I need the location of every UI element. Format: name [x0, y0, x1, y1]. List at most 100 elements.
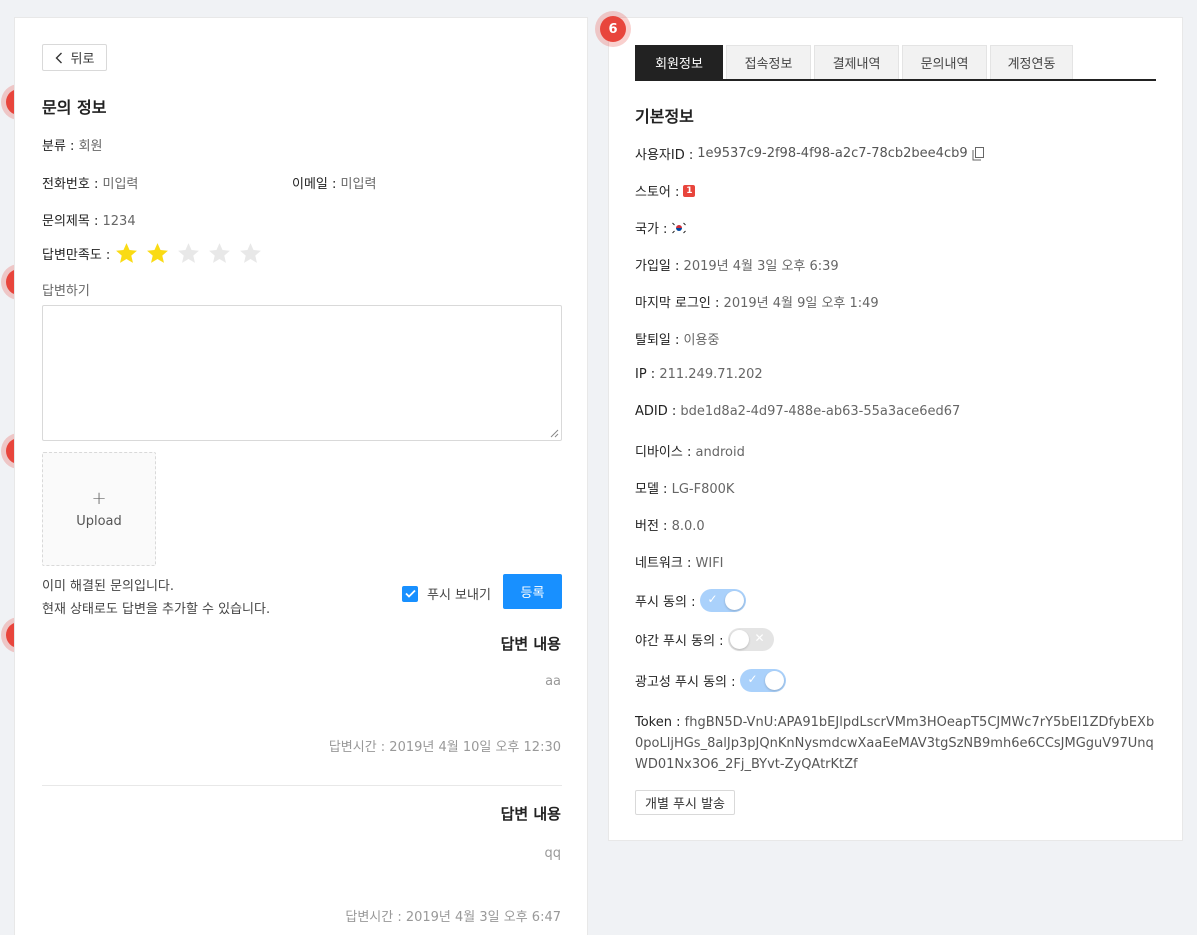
subject-value: 1234	[102, 214, 136, 229]
version-row: 버전 : 8.0.0	[635, 515, 705, 534]
withdraw-label: 탈퇴일 :	[635, 333, 680, 348]
phone-label: 전화번호 :	[42, 177, 99, 192]
email-label: 이메일 :	[292, 177, 337, 192]
tab-payment-history[interactable]: 결제내역	[814, 45, 899, 79]
category-label: 분류 :	[42, 139, 75, 154]
member-panel: 회원정보 접속정보 결제내역 문의내역 계정연동 기본정보 사용자ID : 1e…	[608, 17, 1183, 841]
back-button[interactable]: 뒤로	[42, 44, 107, 71]
star-icon[interactable]	[207, 241, 232, 266]
basic-info-title: 기본정보	[635, 107, 694, 126]
last-login-value: 2019년 4월 9일 오후 1:49	[723, 296, 879, 311]
last-login-row: 마지막 로그인 : 2019년 4월 9일 오후 1:49	[635, 292, 879, 311]
star-icon[interactable]	[145, 241, 170, 266]
chevron-left-icon	[55, 52, 62, 63]
individual-push-button[interactable]: 개별 푸시 발송	[635, 790, 735, 815]
subject-label: 문의제목 :	[42, 214, 99, 229]
ad-push-row: 광고성 푸시 동의 : ✓	[635, 669, 786, 692]
star-icon[interactable]	[114, 241, 139, 266]
token-row: Token : fhgBN5D-VnU:APA91bEJlpdLscrVMm3H…	[635, 712, 1159, 775]
store-row: 스토어 : 1	[635, 181, 696, 200]
check-icon: ✓	[707, 592, 718, 606]
reply-textarea[interactable]	[42, 305, 562, 441]
x-icon: ✕	[754, 631, 765, 645]
star-icon[interactable]	[176, 241, 201, 266]
resolved-notice-line1: 이미 해결된 문의입니다.	[42, 579, 174, 594]
ip-value: 211.249.71.202	[659, 367, 763, 382]
korea-flag-icon	[671, 220, 688, 235]
inquiry-panel: 뒤로 문의 정보 분류 : 회원 전화번호 : 미입력 이메일 : 미입력 문의…	[14, 17, 588, 935]
token-label: Token :	[635, 715, 681, 730]
answer-content: qq	[544, 846, 561, 861]
token-value: fhgBN5D-VnU:APA91bEJlpdLscrVMm3HOeapT5CJ…	[635, 715, 1155, 772]
ad-push-label: 광고성 푸시 동의 :	[635, 675, 736, 690]
network-value: WIFI	[695, 556, 724, 571]
night-push-toggle[interactable]: ✕	[727, 628, 774, 651]
tab-inquiry-history[interactable]: 문의내역	[902, 45, 987, 79]
check-icon: ✓	[747, 672, 758, 686]
answer-time: 답변시간 : 2019년 4월 3일 오후 6:47	[345, 910, 561, 925]
night-push-row: 야간 푸시 동의 : ✕	[635, 628, 774, 651]
tab-access-info[interactable]: 접속정보	[726, 45, 811, 79]
user-id-label: 사용자ID :	[635, 148, 694, 163]
adid-value: bde1d8a2-4d97-488e-ab63-55a3ace6ed67	[680, 404, 961, 419]
resize-handle-icon[interactable]	[550, 429, 559, 438]
member-tabs: 회원정보 접속정보 결제내역 문의내역 계정연동	[635, 45, 1156, 81]
adid-row: ADID : bde1d8a2-4d97-488e-ab63-55a3ace6e…	[635, 404, 960, 419]
join-value: 2019년 4월 3일 오후 6:39	[683, 259, 839, 274]
tab-member-info[interactable]: 회원정보	[635, 45, 723, 79]
star-icon[interactable]	[238, 241, 263, 266]
device-label: 디바이스 :	[635, 445, 692, 460]
subject-row: 문의제목 : 1234	[42, 210, 136, 229]
reply-label: 답변하기	[42, 284, 90, 299]
model-value: LG-F800K	[671, 482, 735, 497]
copy-icon[interactable]	[972, 146, 984, 161]
phone-row: 전화번호 : 미입력	[42, 173, 138, 192]
withdraw-value: 이용중	[683, 333, 720, 348]
satisfaction-stars	[114, 241, 263, 266]
category-row: 분류 : 회원	[42, 135, 103, 154]
phone-value: 미입력	[102, 177, 139, 192]
answer-divider	[42, 785, 562, 786]
submit-button[interactable]: 등록	[503, 574, 562, 609]
user-id-row: 사용자ID : 1e9537c9-2f98-4f98-a2c7-78cb2bee…	[635, 144, 984, 163]
back-label: 뒤로	[70, 52, 95, 67]
inquiry-section-title: 문의 정보	[42, 98, 107, 117]
country-row: 국가 :	[635, 218, 688, 237]
push-consent-label: 푸시 동의 :	[635, 595, 696, 610]
night-push-label: 야간 푸시 동의 :	[635, 634, 724, 649]
satisfaction-label: 답변만족도 :	[42, 248, 111, 263]
upload-button[interactable]: + Upload	[42, 452, 156, 566]
email-row: 이메일 : 미입력	[292, 173, 376, 192]
checkbox-checked-icon[interactable]	[402, 585, 418, 602]
device-value: android	[695, 445, 745, 460]
user-id-value: 1e9537c9-2f98-4f98-a2c7-78cb2bee4cb9	[697, 146, 968, 161]
push-checkbox[interactable]: 푸시 보내기	[402, 584, 491, 603]
last-login-label: 마지막 로그인 :	[635, 296, 720, 311]
push-checkbox-label: 푸시 보내기	[427, 588, 491, 603]
network-row: 네트워크 : WIFI	[635, 552, 724, 571]
push-consent-row: 푸시 동의 : ✓	[635, 589, 746, 612]
join-row: 가입일 : 2019년 4월 3일 오후 6:39	[635, 255, 839, 274]
ad-push-toggle[interactable]: ✓	[739, 669, 786, 692]
answer-heading: 답변 내용	[500, 805, 561, 823]
category-value: 회원	[78, 139, 103, 154]
device-row: 디바이스 : android	[635, 441, 745, 460]
version-value: 8.0.0	[671, 519, 705, 534]
country-label: 국가 :	[635, 222, 668, 237]
marker-6: 6	[600, 16, 626, 42]
network-label: 네트워크 :	[635, 556, 692, 571]
plus-icon: +	[91, 487, 107, 509]
adid-label: ADID :	[635, 404, 677, 419]
store-badge-icon: 1	[683, 184, 696, 197]
join-label: 가입일 :	[635, 259, 680, 274]
satisfaction-row: 답변만족도 :	[42, 241, 263, 266]
model-row: 모델 : LG-F800K	[635, 478, 734, 497]
push-consent-toggle[interactable]: ✓	[699, 589, 746, 612]
withdraw-row: 탈퇴일 : 이용중	[635, 329, 719, 348]
email-value: 미입력	[340, 177, 377, 192]
ip-row: IP : 211.249.71.202	[635, 367, 763, 382]
ip-label: IP :	[635, 367, 656, 382]
store-label: 스토어 :	[635, 185, 680, 200]
answer-heading: 답변 내용	[500, 635, 561, 653]
tab-account-link[interactable]: 계정연동	[990, 45, 1073, 79]
